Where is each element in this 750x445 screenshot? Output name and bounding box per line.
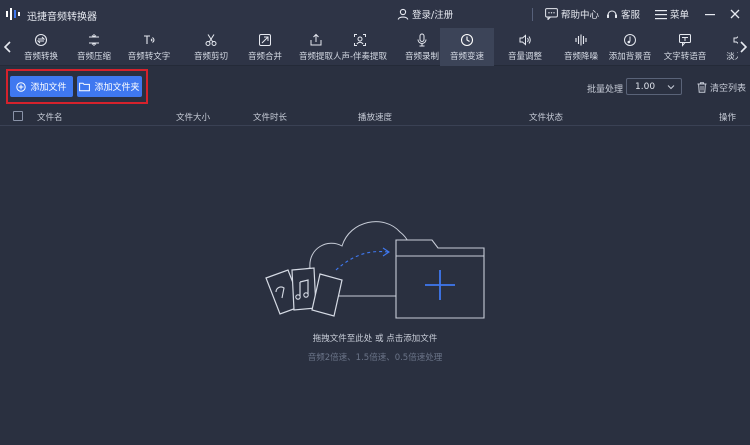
empty-drop-illustration[interactable] [262, 208, 492, 326]
chat-help-icon [545, 8, 558, 20]
plus-circle-icon [16, 81, 27, 92]
compress-icon [89, 34, 99, 46]
clear-list-label: 清空列表 [710, 84, 747, 94]
folder-icon [79, 82, 91, 91]
tool-label: 人声-伴奏提取 [332, 52, 388, 62]
hamburger-menu-icon [655, 9, 667, 19]
noise-reduce-icon [575, 34, 587, 46]
tool-label: 音频转文字 [127, 52, 171, 62]
customer-service-button[interactable]: 客服 [606, 7, 640, 21]
titlebar-divider [532, 8, 533, 21]
tool-label: 音频转换 [23, 52, 58, 62]
help-center-label: 帮助中心 [561, 10, 600, 21]
scroll-right-button[interactable] [738, 39, 748, 55]
minimize-icon [705, 14, 715, 16]
column-header-duration: 文件时长 [253, 113, 288, 123]
text-to-speech-icon [679, 34, 691, 47]
extract-icon [310, 33, 322, 46]
chevron-right-icon [739, 41, 747, 53]
chevron-down-icon [667, 85, 675, 90]
headset-icon [607, 10, 617, 18]
batch-speed-select[interactable]: 1.00 [626, 78, 682, 95]
tool-item-1[interactable]: 音频转换 [14, 28, 68, 66]
empty-state-hint: 拖拽文件至此处 或 点击添加文件 [312, 334, 438, 344]
close-window-button[interactable] [726, 5, 744, 23]
speech-to-text-icon [144, 35, 155, 44]
add-file-button[interactable]: 添加文件 [10, 76, 73, 97]
volume-icon [519, 34, 531, 46]
tool-item-5[interactable]: 音频合并 [238, 28, 292, 66]
tool-label: 音频降噪 [563, 52, 598, 62]
menu-label: 菜单 [670, 10, 690, 21]
column-header-speed: 播放速度 [358, 113, 393, 123]
audio-wave-logo [6, 8, 20, 20]
folder-plus-icon [395, 239, 485, 319]
speed-clock-icon [460, 33, 474, 47]
tool-item-9[interactable]: 音频变速 [440, 28, 494, 66]
select-all-checkbox[interactable] [13, 111, 23, 121]
tool-label: 音频录制 [404, 52, 439, 62]
tool-item-14[interactable]: 淡入淡 [712, 28, 738, 66]
scroll-left-button[interactable] [2, 39, 12, 55]
feature-toolbar: 音频转换 音频压缩 音频转文字 音频剪切 音频合并 音频提取 人声-伴奏提取 音频录制 音频变速… [0, 28, 750, 66]
tool-item-4[interactable]: 音频剪切 [184, 28, 238, 66]
app-title: 迅捷音频转换器 [27, 12, 97, 23]
tool-item-13[interactable]: 文字转语音 [658, 28, 712, 66]
column-header-filesize: 文件大小 [176, 113, 211, 123]
batch-process-label: 批量处理 [587, 85, 624, 95]
tool-label: 音量调整 [507, 52, 542, 62]
file-table-header: 文件名 文件大小 文件时长 播放速度 文件状态 操作 [0, 106, 750, 126]
tool-label: 文字转语音 [663, 52, 707, 62]
close-icon [730, 9, 740, 19]
convert-icon [34, 33, 48, 47]
tool-item-10[interactable]: 音量调整 [498, 28, 552, 66]
background-music-icon [624, 34, 636, 46]
tool-item-2[interactable]: 音频压缩 [67, 28, 121, 66]
add-file-label: 添加文件 [30, 83, 67, 93]
tool-label: 音频剪切 [193, 52, 228, 62]
tool-item-3[interactable]: 音频转文字 [122, 28, 176, 66]
tool-label: 添加背景音 [608, 52, 652, 62]
tool-item-11[interactable]: 音频降噪 [554, 28, 608, 66]
login-register-link[interactable]: 登录/注册 [397, 7, 453, 21]
add-folder-button[interactable]: 添加文件夹 [77, 76, 142, 97]
column-header-filename: 文件名 [37, 113, 63, 123]
help-center-button[interactable]: 帮助中心 [545, 7, 599, 21]
tool-label: 淡入淡 [726, 52, 738, 62]
add-folder-label: 添加文件夹 [94, 83, 140, 93]
login-label: 登录/注册 [412, 10, 454, 21]
merge-icon [259, 34, 271, 46]
tool-item-7[interactable]: 人声-伴奏提取 [333, 28, 387, 66]
user-icon [397, 8, 409, 20]
batch-speed-value: 1.00 [635, 81, 656, 92]
empty-state-subhint: 音频2倍速、1.5倍速、0.5倍速处理 [307, 353, 443, 363]
clear-list-button[interactable]: 清空列表 [697, 81, 746, 94]
title-bar: 迅捷音频转换器 登录/注册 帮助中心 客服 菜单 [0, 0, 750, 28]
minimize-button[interactable] [701, 5, 719, 23]
chevron-left-icon [3, 41, 11, 53]
tool-label: 音频压缩 [76, 52, 111, 62]
customer-service-label: 客服 [621, 10, 641, 21]
tool-list: 音频转换 音频压缩 音频转文字 音频剪切 音频合并 音频提取 人声-伴奏提取 音频录制 音频变速… [14, 28, 738, 66]
tool-label: 音频提取 [298, 52, 333, 62]
column-header-actions: 操作 [719, 113, 737, 123]
tool-label: 音频变速 [449, 52, 484, 62]
scissors-icon [205, 34, 217, 46]
tool-item-12[interactable]: 添加背景音 [603, 28, 657, 66]
column-header-status: 文件状态 [529, 113, 564, 123]
menu-button[interactable]: 菜单 [655, 7, 689, 21]
tool-label: 音频合并 [247, 52, 282, 62]
vocal-separate-icon [354, 34, 366, 46]
microphone-icon [417, 33, 427, 47]
trash-icon [697, 82, 707, 93]
